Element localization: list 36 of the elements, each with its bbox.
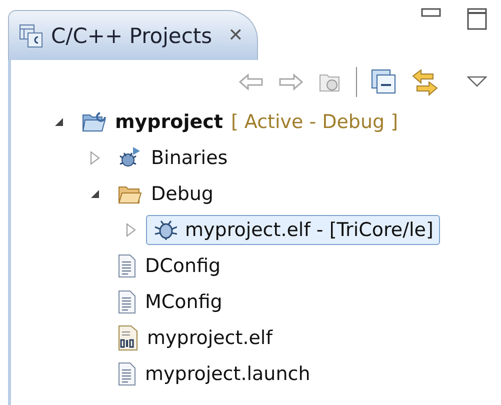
item-label: Debug bbox=[151, 183, 214, 205]
item-label: myproject.launch bbox=[145, 363, 310, 385]
project-name: myproject bbox=[115, 111, 223, 133]
item-label: myproject.elf - [TriCore/le] bbox=[185, 219, 434, 241]
tree-item[interactable]: DConfig bbox=[110, 251, 228, 281]
text-file-icon bbox=[117, 254, 137, 278]
expanded-arrow-icon[interactable] bbox=[90, 189, 100, 199]
tree-item[interactable]: myproject.elf bbox=[110, 322, 280, 354]
project-folder-icon bbox=[81, 111, 107, 133]
bug-icon bbox=[153, 218, 177, 242]
item-label: DConfig bbox=[145, 255, 221, 277]
tree-item[interactable]: myproject [ Active - Debug ] bbox=[74, 108, 406, 136]
projects-view-icon bbox=[19, 24, 43, 48]
tree-item[interactable]: Debug bbox=[110, 180, 220, 208]
text-file-icon bbox=[117, 290, 137, 314]
item-label: myproject.elf bbox=[147, 327, 272, 349]
tree-item[interactable]: Binaries bbox=[110, 143, 235, 173]
collapse-all-icon[interactable] bbox=[371, 69, 397, 95]
build-config-label: [ Active - Debug ] bbox=[230, 111, 398, 133]
item-label: MConfig bbox=[145, 291, 222, 313]
link-arrows-icon[interactable] bbox=[411, 68, 439, 96]
item-label: Binaries bbox=[151, 147, 228, 169]
binary-file-icon bbox=[117, 325, 139, 351]
tree-item[interactable]: MConfig bbox=[110, 287, 230, 317]
collapsed-arrow-icon[interactable] bbox=[126, 223, 136, 237]
collapsed-arrow-icon[interactable] bbox=[90, 151, 100, 165]
view-menu-icon[interactable] bbox=[467, 76, 487, 88]
text-file-icon bbox=[117, 362, 137, 386]
minimize-icon[interactable] bbox=[421, 8, 441, 18]
tree-item[interactable]: myproject.elf - [TriCore/le] bbox=[146, 215, 440, 245]
maximize-icon[interactable] bbox=[467, 8, 487, 30]
expanded-arrow-icon[interactable] bbox=[54, 117, 64, 127]
tree-item[interactable]: myproject.launch bbox=[110, 359, 318, 389]
view-tab[interactable]: C/C++ Projects ✕ bbox=[8, 10, 258, 60]
view-title: C/C++ Projects bbox=[51, 24, 212, 48]
close-button[interactable]: ✕ bbox=[228, 25, 244, 46]
